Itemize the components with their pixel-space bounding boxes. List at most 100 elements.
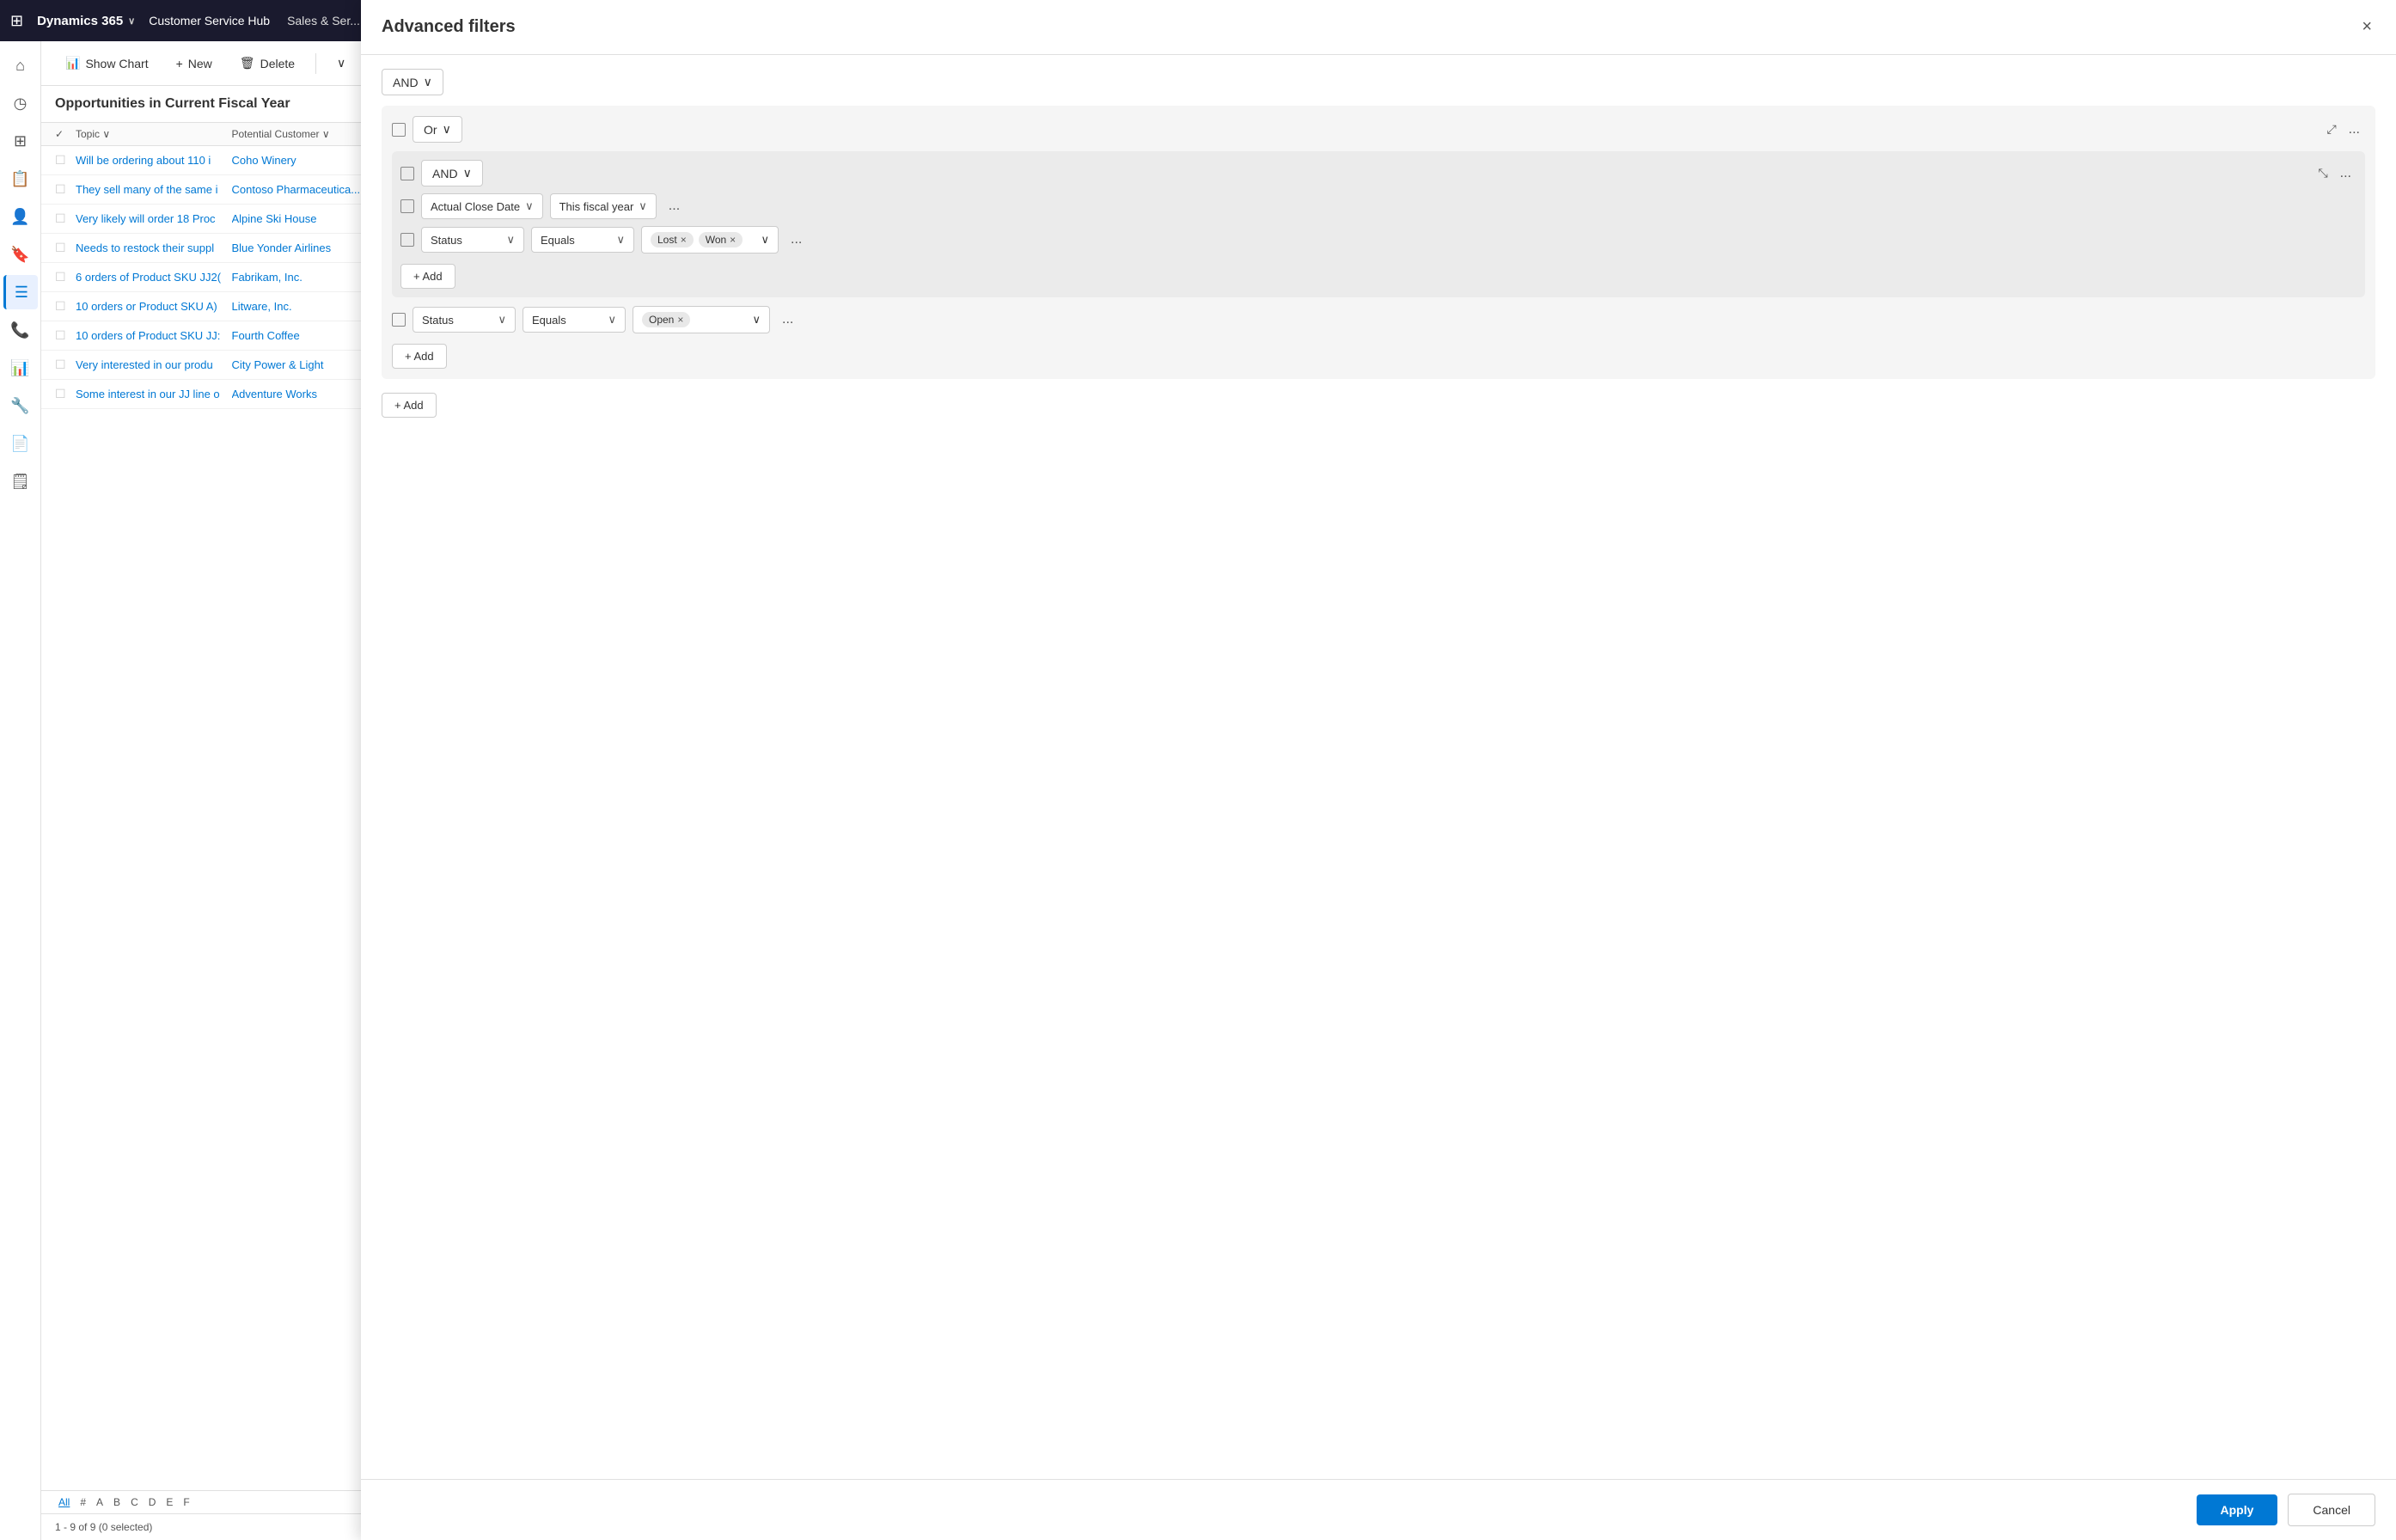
row-checkbox-6[interactable]: ☐ xyxy=(55,328,76,343)
list-footer: 1 - 9 of 9 (0 selected) xyxy=(41,1513,401,1540)
row-checkbox-3[interactable]: ☐ xyxy=(55,241,76,255)
alpha-item-f[interactable]: F xyxy=(180,1494,193,1510)
list-row[interactable]: ☐ 6 orders of Product SKU JJ2( Fabrikam,… xyxy=(41,263,401,292)
won-tag-remove[interactable]: × xyxy=(730,234,736,246)
filter-row-status-open: Status ∨ Equals ∨ Open × ∨ ... xyxy=(392,306,2365,333)
column-headers: ✓ Topic ∨ Potential Customer ∨ xyxy=(41,123,401,146)
tools-icon[interactable]: 🔧 xyxy=(3,388,38,423)
status-open-value-chevron[interactable]: ∨ xyxy=(752,313,761,327)
top-operator-row: AND ∨ xyxy=(382,69,2375,95)
top-and-operator-button[interactable]: AND ∨ xyxy=(382,69,443,95)
close-date-field-select[interactable]: Actual Close Date ∨ xyxy=(421,193,543,219)
inner-add-button[interactable]: + Add xyxy=(400,264,455,289)
alpha-item-all[interactable]: All xyxy=(55,1494,73,1510)
close-filter-button[interactable]: × xyxy=(2358,14,2375,40)
list-row[interactable]: ☐ 10 orders or Product SKU A) Litware, I… xyxy=(41,292,401,321)
lost-tag: Lost × xyxy=(651,232,694,248)
list-row[interactable]: ☐ Needs to restock their suppl Blue Yond… xyxy=(41,234,401,263)
advanced-filters-panel: Advanced filters × AND ∨ Or ∨ ⤢ ... xyxy=(361,0,2396,1540)
close-date-operator-select[interactable]: This fiscal year ∨ xyxy=(550,193,657,219)
reports-icon[interactable]: 📊 xyxy=(3,351,38,385)
filter-row-status-lost-won: Status ∨ Equals ∨ Lost × Won xyxy=(400,226,2356,254)
status-lost-won-more-button[interactable]: ... xyxy=(785,230,807,249)
close-date-checkbox[interactable] xyxy=(400,199,414,213)
alpha-item-c[interactable]: C xyxy=(127,1494,142,1510)
alpha-item-e[interactable]: E xyxy=(162,1494,176,1510)
outer-or-group: Or ∨ ⤢ ... AND ∨ ⤡ . xyxy=(382,106,2375,379)
alpha-item-#[interactable]: # xyxy=(76,1494,89,1510)
list-row[interactable]: ☐ They sell many of the same i Contoso P… xyxy=(41,175,401,205)
collapse-icon[interactable]: ⤡ xyxy=(2318,166,2327,180)
status-open-field-chevron: ∨ xyxy=(498,313,506,327)
grid-icon[interactable]: ⊞ xyxy=(10,12,23,30)
or-operator-button[interactable]: Or ∨ xyxy=(413,116,462,143)
status-open-field-select[interactable]: Status ∨ xyxy=(413,307,516,333)
contacts-icon[interactable]: 👤 xyxy=(3,199,38,234)
status-lost-won-checkbox[interactable] xyxy=(400,233,414,247)
cancel-button[interactable]: Cancel xyxy=(2288,1494,2375,1526)
row-checkbox-8[interactable]: ☐ xyxy=(55,387,76,401)
home-icon[interactable]: ⌂ xyxy=(3,48,38,82)
list-row[interactable]: ☐ Very likely will order 18 Proc Alpine … xyxy=(41,205,401,234)
show-chart-button[interactable]: 📊 Show Chart xyxy=(55,51,159,76)
notes-icon[interactable]: 📋 xyxy=(3,162,38,196)
apply-button[interactable]: Apply xyxy=(2197,1494,2278,1525)
nav-link-csh[interactable]: Customer Service Hub xyxy=(149,14,270,28)
docs-icon[interactable]: 📄 xyxy=(3,426,38,461)
outer-add-button[interactable]: + Add xyxy=(382,393,437,418)
more-options-button[interactable]: ∨ xyxy=(327,51,356,76)
chart-icon: 📊 xyxy=(65,56,80,70)
open-tag-remove[interactable]: × xyxy=(677,314,683,326)
expand-icon[interactable]: ⤢ xyxy=(2326,122,2336,137)
new-button[interactable]: + New xyxy=(166,52,223,76)
alpha-item-b[interactable]: B xyxy=(110,1494,124,1510)
row-checkbox-4[interactable]: ☐ xyxy=(55,270,76,284)
outer-group-add-button[interactable]: + Add xyxy=(392,344,447,369)
status-open-op-chevron: ∨ xyxy=(608,313,616,327)
alpha-item-a[interactable]: A xyxy=(93,1494,107,1510)
list-active-icon[interactable]: ☰ xyxy=(3,275,38,309)
nav-link-sales[interactable]: Sales & Ser... xyxy=(287,14,360,28)
row-topic-7: Very interested in our produ xyxy=(76,358,232,371)
toolbar-divider xyxy=(315,53,316,74)
inner-group-more-button[interactable]: ... xyxy=(2335,164,2356,183)
row-checkbox-5[interactable]: ☐ xyxy=(55,299,76,314)
row-checkbox-1[interactable]: ☐ xyxy=(55,182,76,197)
and-operator-button[interactable]: AND ∨ xyxy=(421,160,483,186)
row-checkbox-0[interactable]: ☐ xyxy=(55,153,76,168)
outer-group-checkbox[interactable] xyxy=(392,123,406,137)
lost-tag-remove[interactable]: × xyxy=(681,234,687,246)
list-row[interactable]: ☐ Some interest in our JJ line o Adventu… xyxy=(41,380,401,409)
alpha-item-d[interactable]: D xyxy=(145,1494,160,1510)
list-row[interactable]: ☐ 10 orders of Product SKU JJ: Fourth Co… xyxy=(41,321,401,351)
row-topic-4: 6 orders of Product SKU JJ2( xyxy=(76,271,232,284)
close-date-more-button[interactable]: ... xyxy=(663,197,685,216)
topic-column-header[interactable]: Topic ∨ xyxy=(76,128,232,140)
notes2-icon[interactable]: 🗒 xyxy=(3,464,38,498)
row-topic-2: Very likely will order 18 Proc xyxy=(76,212,232,225)
status-open-more-button[interactable]: ... xyxy=(777,310,798,329)
delete-button[interactable]: 🗑 Delete xyxy=(229,51,305,76)
chevron-down-icon: ∨ xyxy=(424,75,432,89)
status-value-chevron[interactable]: ∨ xyxy=(761,233,769,247)
status-op-chevron: ∨ xyxy=(616,233,625,247)
row-checkbox-7[interactable]: ☐ xyxy=(55,358,76,372)
bookmarks-icon[interactable]: 🔖 xyxy=(3,237,38,272)
status-operator-select[interactable]: Equals ∨ xyxy=(531,227,634,253)
pinned-icon[interactable]: ⊞ xyxy=(3,124,38,158)
row-checkbox-2[interactable]: ☐ xyxy=(55,211,76,226)
brand-chevron: ∨ xyxy=(128,15,135,27)
outer-group-more-button[interactable]: ... xyxy=(2344,120,2365,139)
status-field-select[interactable]: Status ∨ xyxy=(421,227,524,253)
nav-brand[interactable]: Dynamics 365 ∨ xyxy=(37,14,135,28)
status-open-checkbox[interactable] xyxy=(392,313,406,327)
inner-group-checkbox[interactable] xyxy=(400,167,414,180)
row-topic-0: Will be ordering about 110 i xyxy=(76,154,232,167)
list-row[interactable]: ☐ Will be ordering about 110 i Coho Wine… xyxy=(41,146,401,175)
filter-panel-title: Advanced filters xyxy=(382,17,516,37)
phone-icon[interactable]: 📞 xyxy=(3,313,38,347)
recent-icon[interactable]: ◷ xyxy=(3,86,38,120)
status-open-operator-select[interactable]: Equals ∨ xyxy=(523,307,626,333)
list-row[interactable]: ☐ Very interested in our produ City Powe… xyxy=(41,351,401,380)
list-header: Opportunities in Current Fiscal Year ∨ xyxy=(41,86,401,123)
